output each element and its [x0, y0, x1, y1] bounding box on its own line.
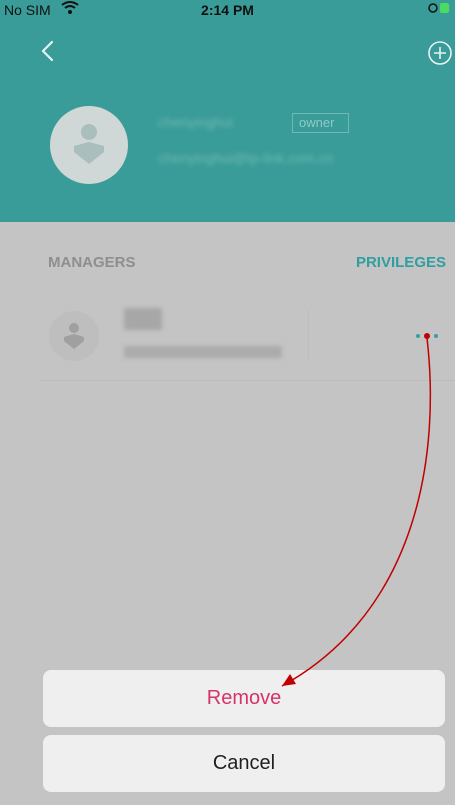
remove-button[interactable]: Remove [43, 670, 445, 727]
manager-email-redacted [124, 346, 282, 358]
cancel-button[interactable]: Cancel [43, 735, 445, 792]
owner-name: chenyinghui [158, 114, 233, 130]
battery-icon [427, 1, 451, 18]
more-options-button[interactable] [412, 322, 442, 350]
add-manager-button[interactable] [427, 40, 453, 66]
manager-row[interactable] [40, 300, 455, 381]
back-button[interactable] [36, 36, 60, 66]
manager-name-redacted [124, 308, 162, 330]
manager-avatar [49, 311, 99, 361]
user-icon [74, 124, 104, 164]
owner-badge: owner [292, 113, 350, 133]
privileges-link[interactable]: PRIVILEGES [356, 254, 446, 271]
owner-email: chenyinghui@tp-link.com.cn [158, 150, 334, 166]
row-divider [308, 310, 309, 360]
user-icon [64, 323, 84, 349]
plus-circle-icon [428, 41, 452, 65]
status-bar: No SIM 2:14 PM [0, 0, 455, 20]
managers-title: MANAGERS [48, 254, 136, 271]
status-time: 2:14 PM [201, 2, 254, 18]
chevron-left-icon [41, 40, 54, 62]
owner-avatar [50, 106, 128, 184]
row-separator [40, 380, 455, 381]
profile-header: No SIM 2:14 PM chenyinghui owner chenyin… [0, 0, 455, 222]
